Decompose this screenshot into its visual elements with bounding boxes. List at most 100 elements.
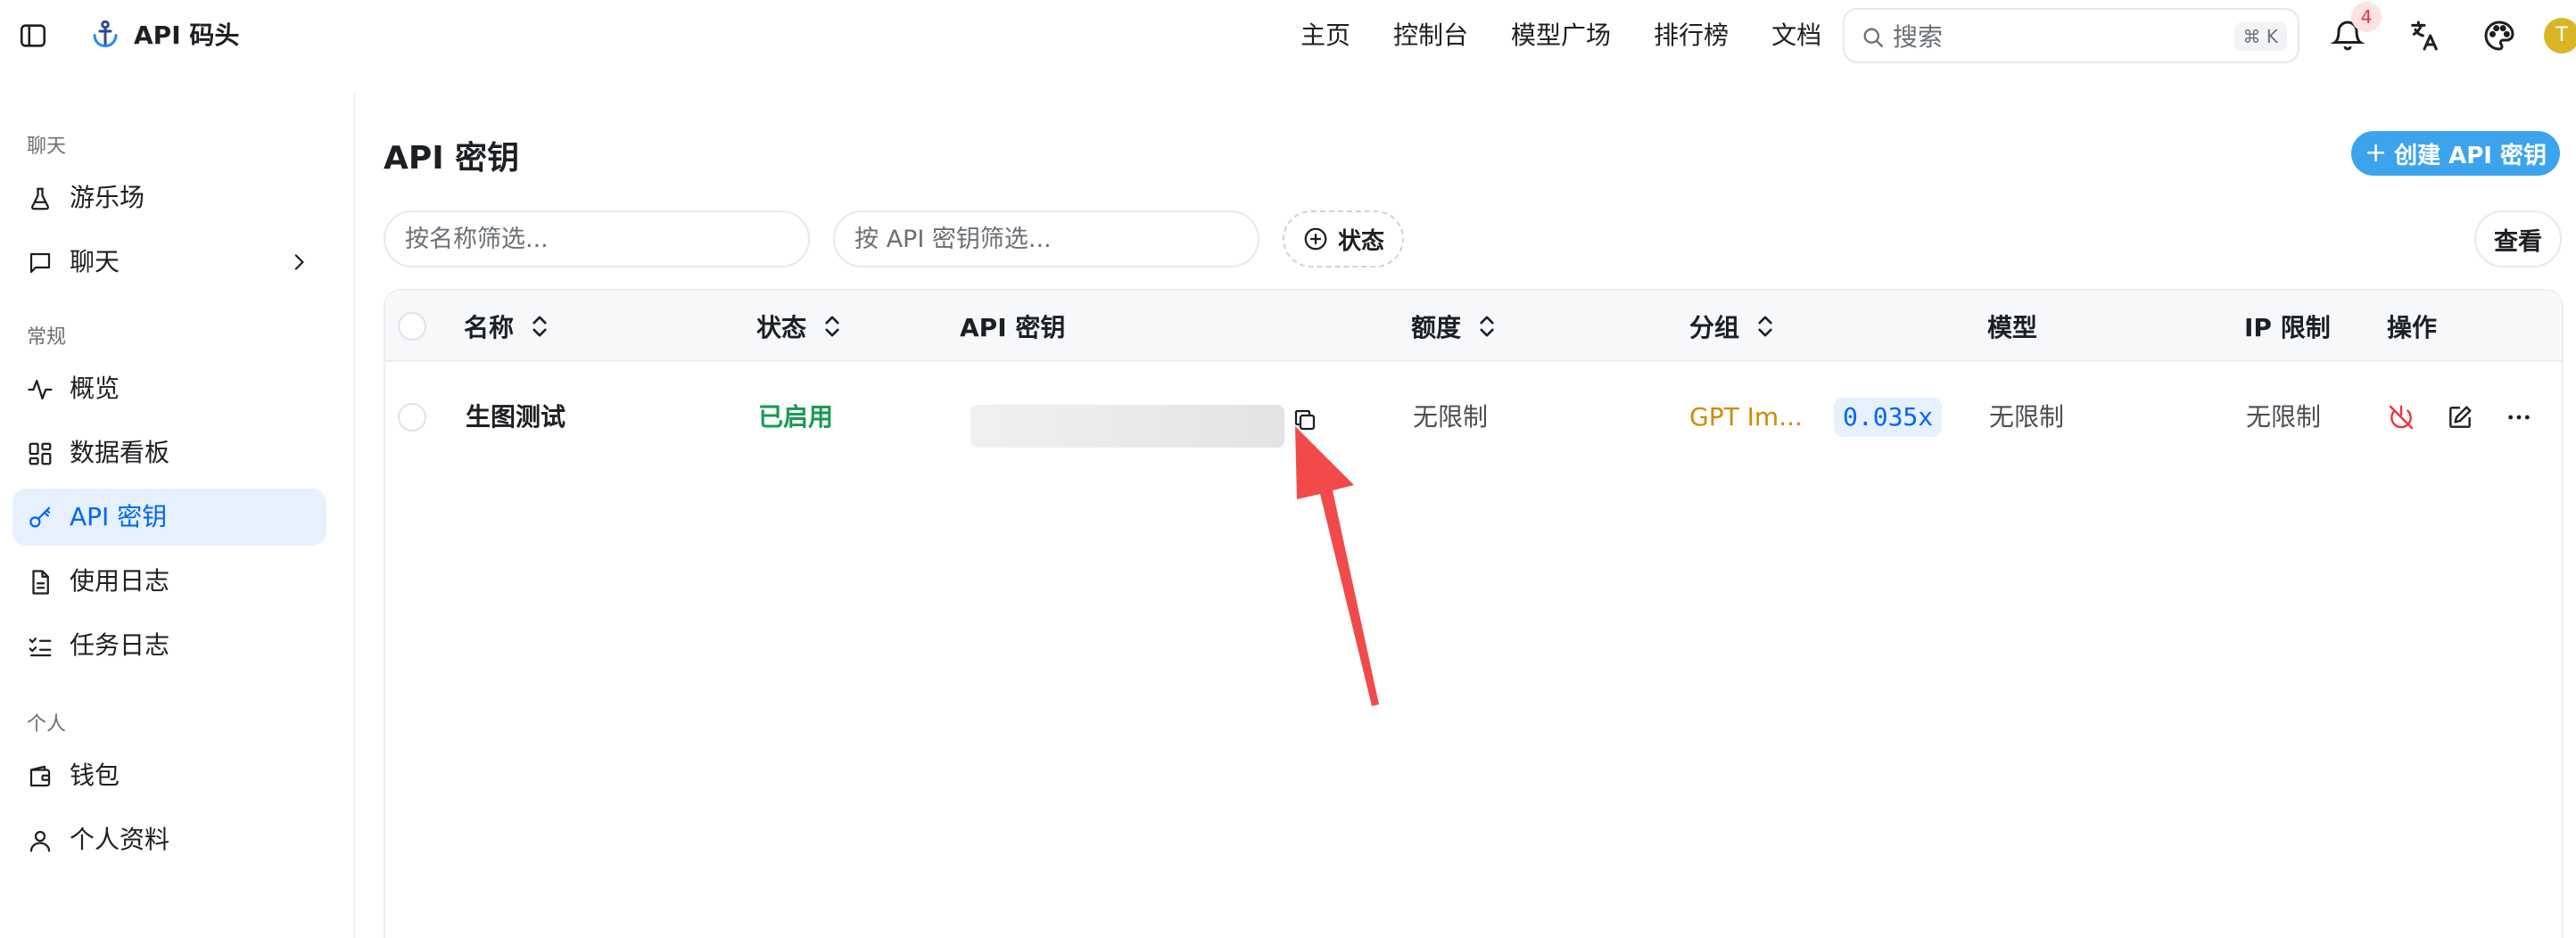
avatar[interactable]: T	[2544, 18, 2576, 53]
api-key-masked-value	[970, 405, 1284, 448]
sidebar-section-chat: 聊天	[27, 136, 67, 158]
plus-circle-icon	[1302, 226, 1329, 252]
wallet-icon	[27, 763, 54, 790]
sort-icon[interactable]	[822, 314, 842, 339]
brand[interactable]: API 码头	[89, 16, 239, 52]
palette-icon[interactable]	[2481, 18, 2517, 53]
search-input[interactable]	[1893, 19, 2187, 54]
page-title: API 密钥	[384, 140, 520, 177]
power-off-icon[interactable]	[2387, 403, 2415, 432]
sidebar-item-label: 概览	[70, 374, 120, 403]
column-header-actions: 操作	[2387, 309, 2437, 344]
sidebar-item-label: 任务日志	[70, 630, 170, 660]
status-filter-label: 状态	[1338, 227, 1385, 255]
translate-icon[interactable]	[2407, 18, 2442, 53]
edit-icon[interactable]	[2446, 403, 2474, 432]
column-header-quota: 额度	[1411, 309, 1497, 344]
activity-icon	[27, 376, 54, 403]
global-search[interactable]: ⌘ K	[1843, 8, 2299, 63]
nav-home[interactable]: 主页	[1300, 18, 1350, 53]
row-checkbox[interactable]	[398, 403, 426, 432]
table-row[interactable]: 生图测试 已启用 无限制 GPT Im... 0.035x 无限制 无限制	[385, 362, 2562, 473]
sort-icon[interactable]	[530, 314, 549, 339]
ip-limit-value: 无限制	[2246, 402, 2322, 432]
search-shortcut: ⌘ K	[2233, 22, 2287, 51]
dashboard-grid-icon	[27, 440, 54, 467]
notification-badge: 4	[2351, 2, 2382, 32]
column-header-group: 分组	[1689, 309, 1775, 344]
group-ratio-badge: 0.035x	[1834, 398, 1943, 437]
models-value: 无限制	[1989, 402, 2065, 432]
sidebar-item-usage-logs[interactable]: 使用日志	[12, 553, 326, 610]
sidebar-item-api-keys[interactable]: API 密钥	[12, 489, 326, 546]
more-horizontal-icon[interactable]	[2505, 403, 2533, 432]
key-filter-input[interactable]	[835, 212, 1258, 266]
sidebar-item-overview[interactable]: 概览	[12, 360, 326, 417]
column-header-label: 名称	[464, 313, 515, 342]
column-header-models: 模型	[1987, 309, 2037, 344]
status-filter-button[interactable]: 状态	[1283, 210, 1404, 267]
user-icon	[27, 827, 54, 854]
nav-console[interactable]: 控制台	[1393, 18, 1468, 53]
sidebar-section-general: 常规	[27, 326, 67, 349]
sidebar-item-label: 使用日志	[70, 566, 170, 596]
sidebar: 聊天 游乐场 聊天 常规 概览 数据看板 API 密钥 使用日志 任务日志 个人…	[0, 71, 353, 938]
column-header-label: 分组	[1689, 313, 1740, 342]
status-badge: 已启用	[758, 402, 834, 432]
anchor-logo-icon	[89, 18, 121, 50]
key-name: 生图测试	[466, 402, 566, 432]
top-bar: API 码头 主页 控制台 模型广场 排行榜 文档 ⌘ K 4 T	[0, 0, 2576, 71]
sidebar-item-label: 个人资料	[70, 825, 170, 854]
column-header-label: IP 限制	[2244, 313, 2331, 342]
key-filter[interactable]	[833, 210, 1259, 267]
sidebar-item-label: 聊天	[70, 247, 120, 276]
file-text-icon	[27, 569, 54, 596]
group-name: GPT Im...	[1689, 402, 1803, 432]
column-header-label: 状态	[756, 313, 807, 342]
nav-docs[interactable]: 文档	[1771, 18, 1821, 53]
sidebar-item-label: API 密钥	[70, 502, 168, 531]
name-filter[interactable]	[384, 210, 810, 267]
create-api-key-label: 创建 API 密钥	[2394, 142, 2547, 169]
sidebar-item-wallet[interactable]: 钱包	[12, 747, 326, 804]
column-header-ip-limit: IP 限制	[2244, 309, 2331, 344]
brand-name: API 码头	[134, 21, 240, 50]
api-keys-table: 名称 状态 API 密钥 额度 分组 模型 IP 限制 操作 生图测试 已启用 …	[384, 289, 2564, 938]
plus-icon: +	[2364, 137, 2388, 169]
sort-icon[interactable]	[1755, 314, 1775, 339]
column-header-label: 额度	[1411, 313, 1462, 342]
sidebar-item-chat[interactable]: 聊天	[12, 234, 326, 291]
sidebar-item-label: 游乐场	[70, 183, 145, 212]
nav-model-square[interactable]: 模型广场	[1511, 18, 1611, 53]
table-header: 名称 状态 API 密钥 额度 分组 模型 IP 限制 操作	[385, 291, 2562, 362]
sidebar-item-dashboard[interactable]: 数据看板	[12, 424, 326, 481]
list-checks-icon	[27, 633, 54, 660]
main-content: API 密钥 + 创建 API 密钥 状态 查看 名称 状态 API 密钥	[355, 93, 2576, 938]
sidebar-item-label: 数据看板	[70, 438, 170, 467]
select-all-checkbox[interactable]	[398, 312, 426, 341]
column-header-label: 模型	[1987, 313, 2038, 342]
chevron-right-icon	[287, 251, 310, 274]
sort-icon[interactable]	[1477, 314, 1497, 339]
nav-leaderboard[interactable]: 排行榜	[1654, 18, 1729, 53]
view-button[interactable]: 查看	[2474, 210, 2562, 267]
message-square-icon	[27, 250, 54, 276]
column-header-label: 操作	[2387, 313, 2438, 342]
column-header-api-key: API 密钥	[960, 309, 1065, 344]
column-header-label: API 密钥	[960, 313, 1066, 342]
sidebar-item-profile[interactable]: 个人资料	[12, 811, 326, 868]
key-icon	[27, 505, 54, 531]
name-filter-input[interactable]	[385, 212, 808, 266]
quota-value: 无限制	[1413, 402, 1489, 432]
column-header-status: 状态	[756, 309, 842, 344]
search-icon	[1861, 25, 1886, 50]
top-nav: 主页 控制台 模型广场 排行榜 文档	[1300, 18, 1821, 53]
sidebar-item-playground[interactable]: 游乐场	[12, 169, 326, 226]
create-api-key-button[interactable]: + 创建 API 密钥	[2351, 131, 2560, 176]
sidebar-item-label: 钱包	[70, 761, 120, 790]
sidebar-item-task-logs[interactable]: 任务日志	[12, 617, 326, 674]
sidebar-toggle-icon[interactable]	[18, 21, 48, 51]
column-header-name: 名称	[464, 309, 549, 344]
annotation-arrow	[1295, 426, 1379, 706]
flask-icon	[27, 185, 54, 212]
